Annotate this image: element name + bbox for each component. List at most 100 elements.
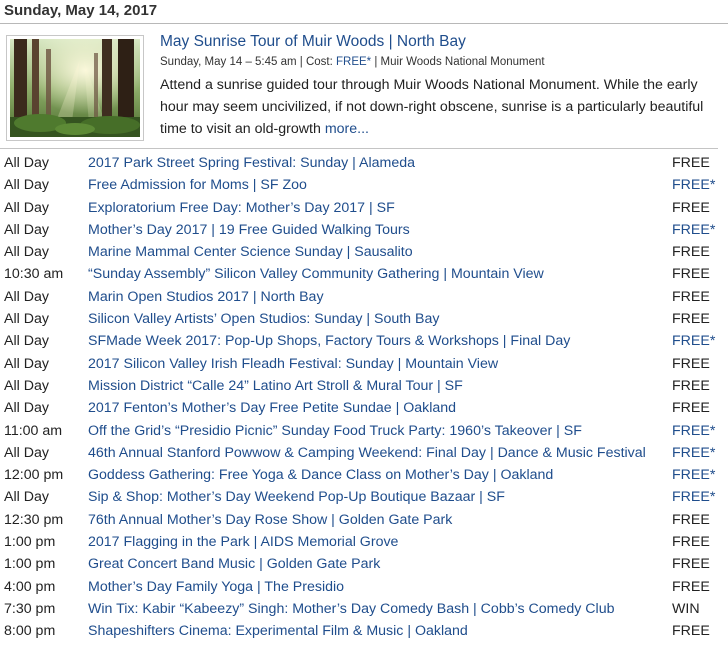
event-row: 7:30 pm Win Tix: Kabir “Kabeezy” Singh: M… [0, 598, 728, 620]
event-row: 1:00 pm Great Concert Band Music | Golden… [0, 553, 728, 575]
event-cost: FREE [672, 578, 710, 595]
featured-where: | Muir Woods National Monument [371, 56, 545, 68]
event-cost: FREE [672, 155, 710, 171]
event-time: All Day [4, 199, 49, 216]
event-time: 12:00 pm [4, 467, 64, 484]
event-cost-link[interactable]: FREE* [672, 219, 728, 241]
event-row: All Day 2017 Fenton’s Mother’s Day Free P… [0, 397, 728, 419]
event-row: 11:00 am Off the Grid’s “Presidio Picnic”… [0, 420, 728, 442]
event-title-link[interactable]: Goddess Gathering: Free Yoga & Dance Cla… [88, 464, 672, 486]
event-title-link[interactable]: 76th Annual Mother’s Day Rose Show | Gol… [88, 509, 672, 531]
event-time: 8:00 pm [4, 623, 56, 640]
event-time: 11:00 am [4, 422, 63, 439]
event-title-link[interactable]: SFMade Week 2017: Pop-Up Shops, Factory … [88, 330, 672, 352]
event-cost-link[interactable]: FREE* [672, 330, 728, 352]
event-time: All Day [4, 400, 49, 417]
event-row: All Day Mother’s Day 2017 | 19 Free Guide… [0, 219, 728, 241]
event-title-link[interactable]: Marin Open Studios 2017 | North Bay [88, 286, 672, 308]
event-row: All Day 2017 Park Street Spring Festival:… [0, 152, 728, 174]
event-cost: FREE [672, 511, 710, 528]
event-title-link[interactable]: Mother’s Day 2017 | 19 Free Guided Walki… [88, 219, 672, 241]
featured-when: Sunday, May 14 – 5:45 am | Cost: [160, 56, 337, 68]
event-cost: FREE [672, 311, 710, 328]
event-row: All Day Sip & Shop: Mother’s Day Weekend … [0, 486, 728, 508]
event-time: All Day [4, 333, 49, 350]
event-cost-link[interactable]: FREE* [672, 420, 728, 442]
event-time: All Day [4, 244, 49, 261]
event-row: All Day 46th Annual Stanford Powwow & Cam… [0, 442, 728, 464]
event-title-link[interactable]: Free Admission for Moms | SF Zoo [88, 174, 672, 196]
event-cost: FREE [672, 266, 710, 283]
event-row: 1:00 pm 2017 Flagging in the Park | AIDS … [0, 531, 728, 553]
featured-title-link[interactable]: May Sunrise Tour of Muir Woods | North B… [160, 32, 722, 52]
event-title-link[interactable]: Win Tix: Kabir “Kabeezy” Singh: Mother’s… [88, 598, 672, 620]
event-list: All Day 2017 Park Street Spring Festival:… [0, 152, 728, 643]
event-cost: FREE [672, 355, 710, 372]
featured-description: Attend a sunrise guided tour through Mui… [160, 74, 722, 140]
event-time: All Day [4, 155, 49, 171]
event-title-link[interactable]: 2017 Fenton’s Mother’s Day Free Petite S… [88, 397, 672, 419]
event-title-link[interactable]: Exploratorium Free Day: Mother’s Day 201… [88, 197, 672, 219]
event-title-link[interactable]: Mission District “Calle 24” Latino Art S… [88, 375, 672, 397]
event-title-link[interactable]: Great Concert Band Music | Golden Gate P… [88, 553, 672, 575]
event-time: All Day [4, 489, 49, 506]
event-cost: FREE [672, 556, 710, 573]
event-title-link[interactable]: Marine Mammal Center Science Sunday | Sa… [88, 241, 672, 263]
event-cost: FREE [672, 623, 710, 640]
event-time: All Day [4, 377, 49, 394]
event-time: 1:00 pm [4, 556, 56, 573]
event-time: All Day [4, 177, 49, 194]
event-cost-link[interactable]: FREE* [672, 486, 728, 508]
event-title-link[interactable]: Off the Grid’s “Presidio Picnic” Sunday … [88, 420, 672, 442]
event-title-link[interactable]: 2017 Flagging in the Park | AIDS Memoria… [88, 531, 672, 553]
event-row: 10:30 am “Sunday Assembly” Silicon Valley… [0, 263, 728, 285]
event-title-link[interactable]: 2017 Silicon Valley Irish Fleadh Festiva… [88, 353, 672, 375]
event-row: 12:30 pm 76th Annual Mother’s Day Rose Sh… [0, 509, 728, 531]
divider [0, 148, 718, 149]
event-title-link[interactable]: Mother’s Day Family Yoga | The Presidio [88, 576, 672, 598]
event-time: All Day [4, 444, 49, 461]
event-cost: FREE [672, 534, 710, 551]
event-row: All Day Free Admission for Moms | SF Zoo F… [0, 174, 728, 196]
event-title-link[interactable]: Shapeshifters Cinema: Experimental Film … [88, 620, 672, 642]
event-time: 7:30 pm [4, 600, 56, 617]
event-row: 4:00 pm Mother’s Day Family Yoga | The Pr… [0, 576, 728, 598]
event-time: All Day [4, 355, 49, 372]
event-title-link[interactable]: “Sunday Assembly” Silicon Valley Communi… [88, 263, 672, 285]
event-cost: WIN [672, 600, 700, 617]
featured-event: May Sunrise Tour of Muir Woods | North B… [0, 28, 728, 148]
event-cost: FREE [672, 400, 710, 417]
date-header: Sunday, May 14, 2017 [0, 0, 728, 24]
featured-description-text: Attend a sunrise guided tour through Mui… [160, 77, 704, 137]
event-row: 12:00 pm Goddess Gathering: Free Yoga & D… [0, 464, 728, 486]
featured-thumbnail[interactable] [6, 35, 144, 141]
event-cost: FREE [672, 244, 710, 261]
featured-text: May Sunrise Tour of Muir Woods | North B… [160, 32, 722, 140]
event-cost-link[interactable]: FREE* [672, 464, 728, 486]
event-row: All Day Marine Mammal Center Science Sund… [0, 241, 728, 263]
event-time: All Day [4, 221, 49, 238]
event-time: 12:30 pm [4, 511, 64, 528]
event-cost-link[interactable]: FREE* [672, 174, 728, 196]
event-title-link[interactable]: 46th Annual Stanford Powwow & Camping We… [88, 442, 672, 464]
event-title-link[interactable]: 2017 Park Street Spring Festival: Sunday… [88, 152, 672, 174]
event-time: 10:30 am [4, 266, 64, 283]
forest-image [10, 39, 140, 137]
more-link[interactable]: more... [325, 121, 369, 137]
event-time: 1:00 pm [4, 534, 56, 551]
event-row: All Day Exploratorium Free Day: Mother’s … [0, 197, 728, 219]
event-title-link[interactable]: Sip & Shop: Mother’s Day Weekend Pop-Up … [88, 486, 672, 508]
event-time: All Day [4, 288, 49, 305]
event-row: 8:00 pm Shapeshifters Cinema: Experimenta… [0, 620, 728, 642]
featured-cost-link[interactable]: FREE* [336, 56, 371, 68]
event-row: All Day Silicon Valley Artists’ Open Stud… [0, 308, 728, 330]
event-cost: FREE [672, 377, 710, 394]
event-title-link[interactable]: Silicon Valley Artists’ Open Studios: Su… [88, 308, 672, 330]
event-row: All Day Mission District “Calle 24” Latin… [0, 375, 728, 397]
event-cost-link[interactable]: FREE* [672, 442, 728, 464]
event-row: All Day Marin Open Studios 2017 | North B… [0, 286, 728, 308]
event-row: All Day 2017 Silicon Valley Irish Fleadh … [0, 353, 728, 375]
event-time: All Day [4, 311, 49, 328]
featured-meta: Sunday, May 14 – 5:45 am | Cost: FREE* |… [160, 54, 722, 70]
event-row: All Day SFMade Week 2017: Pop-Up Shops, F… [0, 330, 728, 352]
